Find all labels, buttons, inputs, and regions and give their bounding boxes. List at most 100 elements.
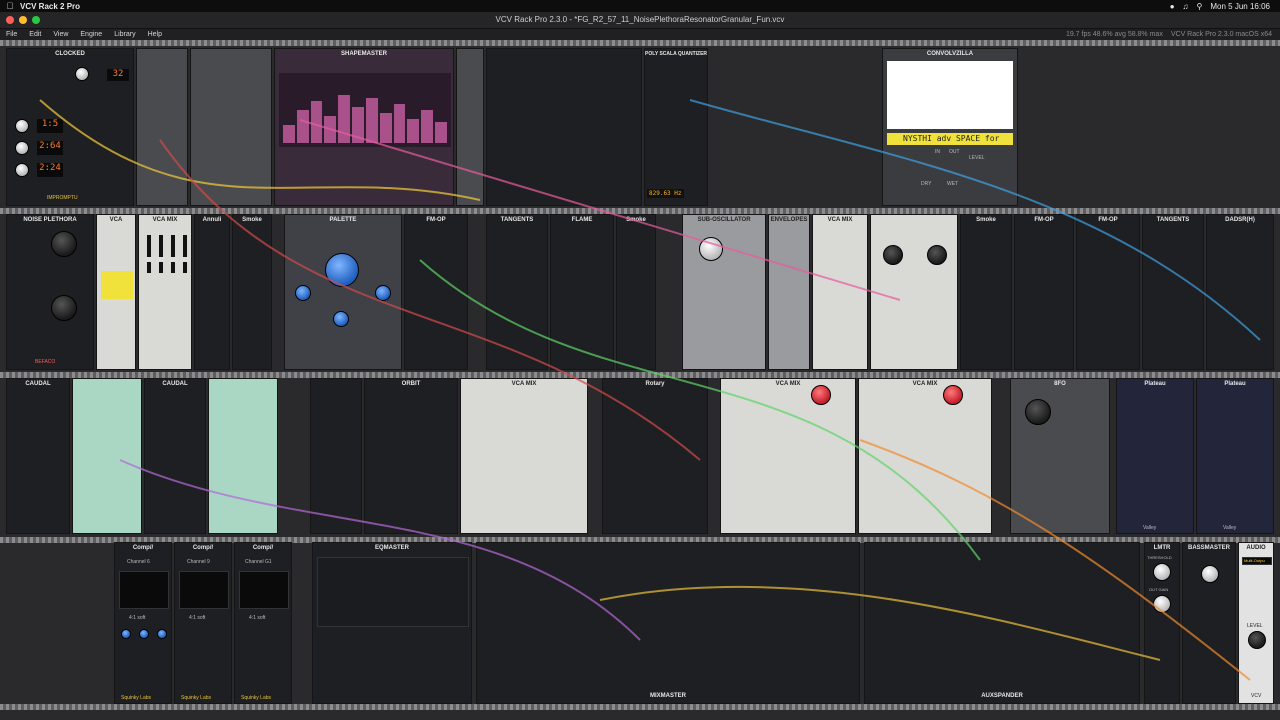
annuli-module[interactable]: Annuli	[194, 214, 230, 370]
attack-knob[interactable]	[139, 629, 149, 639]
level-fader[interactable]	[169, 235, 177, 273]
lmtr-module[interactable]: LMTR THRESHOLD OUT GAIN	[1144, 542, 1180, 704]
param-knob[interactable]	[333, 311, 349, 327]
compressor-module-2[interactable]: Comp// Channel 9 4:1 soft Squinky Labs	[174, 542, 232, 704]
menu-library[interactable]: Library	[108, 31, 141, 38]
envelopes-module[interactable]: ENVELOPES	[768, 214, 810, 370]
apple-icon[interactable]: 	[0, 1, 20, 11]
orbit-module[interactable]: ORBIT	[364, 378, 458, 534]
menu-view[interactable]: View	[47, 31, 74, 38]
ratio-knob[interactable]	[15, 163, 29, 177]
menu-edit[interactable]: Edit	[23, 31, 47, 38]
audio-module[interactable]: AUDIO Multi-Outpu LEVEL VCV	[1238, 542, 1274, 704]
x-knob[interactable]	[51, 231, 77, 257]
eq-curve-display[interactable]	[317, 557, 469, 627]
caudal-module[interactable]: CAUDAL	[6, 378, 70, 534]
vca-meter	[101, 271, 133, 299]
threshold-knob[interactable]	[1153, 563, 1171, 581]
sh-cv-module[interactable]	[190, 48, 272, 206]
dadsr-module[interactable]: DADSR(H)	[1206, 214, 1274, 370]
palette-module[interactable]: PALETTE	[284, 214, 402, 370]
fm-op-module-3[interactable]: FM-OP	[1076, 214, 1140, 370]
smoke-module-2[interactable]: Smoke	[616, 214, 656, 370]
compressor-module-3[interactable]: Comp// Channel G1 4:1 soft Squinky Labs	[234, 542, 292, 704]
mix-knob[interactable]	[943, 385, 963, 405]
frequency-knob[interactable]	[883, 245, 903, 265]
flame-module[interactable]: FLAME	[550, 214, 614, 370]
resonator-module[interactable]	[870, 214, 958, 370]
compressor-module[interactable]: Comp// Channel 6 4:1 soft Squinky Labs	[114, 542, 172, 704]
tempo-knob[interactable]	[75, 67, 89, 81]
crossover-knob[interactable]	[1201, 565, 1219, 583]
rotary-module[interactable]: Rotary	[602, 378, 708, 534]
scope-module[interactable]	[456, 48, 484, 206]
menu-help[interactable]: Help	[142, 31, 168, 38]
vca-mix-module-2[interactable]: VCA MIX	[812, 214, 868, 370]
level-fader[interactable]	[157, 235, 165, 273]
smoke-module[interactable]: Smoke	[232, 214, 272, 370]
eight-fo-module[interactable]: 8FO	[1010, 378, 1110, 534]
fm-op-module[interactable]: FM-OP	[404, 214, 468, 370]
noise-plethora-module[interactable]: NOISE PLETHORA BEFACO	[6, 214, 94, 370]
caudal-module-2[interactable]: CAUDAL	[144, 378, 206, 534]
shapetracker-modules[interactable]	[486, 48, 642, 206]
smoke-module-3[interactable]: Smoke	[960, 214, 1012, 370]
mix-knob[interactable]	[811, 385, 831, 405]
frequency-knob[interactable]	[1025, 399, 1051, 425]
out-gain-knob[interactable]	[1153, 595, 1171, 613]
level-fader[interactable]	[145, 235, 153, 273]
structure-knob[interactable]	[927, 245, 947, 265]
tangents-module-2[interactable]: TANGENTS	[1142, 214, 1204, 370]
volume-icon[interactable]: ♫	[1183, 2, 1189, 11]
shape-display[interactable]	[279, 73, 451, 147]
module-title: Smoke	[626, 217, 646, 223]
shapemaster-module[interactable]: SHAPEMASTER	[274, 48, 454, 206]
vca-module[interactable]: VCA	[96, 214, 136, 370]
gain-reduction-display	[179, 571, 229, 609]
clock-text[interactable]: Mon 5 Jun 16:06	[1210, 2, 1270, 11]
release-knob[interactable]	[157, 629, 167, 639]
ratio-knob[interactable]	[15, 119, 29, 133]
vca-mix-module-4[interactable]: VCA MIX	[720, 378, 856, 534]
wifi-icon[interactable]: ●	[1170, 2, 1175, 11]
bassmaster-module[interactable]: BASSMASTER	[1182, 542, 1236, 704]
chaos-grid-module-2[interactable]	[208, 378, 278, 534]
tangents-module[interactable]: TANGENTS	[486, 214, 548, 370]
module-title: Comp//	[252, 545, 274, 551]
ratio-knob[interactable]	[15, 141, 29, 155]
chaos-grid-module[interactable]	[72, 378, 142, 534]
sub-oscillator-module[interactable]: SUB-OSCILLATOR	[682, 214, 766, 370]
clocked-module[interactable]: CLOCKED 32 1:5 2:64 2:24 IMPROMPTU	[6, 48, 134, 206]
device-display[interactable]: Multi-Outpu	[1242, 557, 1272, 565]
module-title: LMTR	[1153, 545, 1171, 551]
dry-label: DRY	[921, 181, 932, 187]
impulse-display[interactable]	[887, 61, 1013, 129]
convolvzilla-module[interactable]: CONVOLVZILLA NYSTHI adv SPACE for IN OUT…	[882, 48, 1018, 206]
eqmaster-module[interactable]: EQMASTER	[312, 542, 472, 704]
vca-mix-module[interactable]: VCA MIX	[138, 214, 192, 370]
thresh-knob[interactable]	[121, 629, 131, 639]
param-knob[interactable]	[295, 285, 311, 301]
plateau-module[interactable]: Plateau Valley	[1116, 378, 1194, 534]
menu-file[interactable]: File	[0, 31, 23, 38]
mixmaster-module[interactable]: MIXMASTER	[476, 542, 860, 704]
level-knob[interactable]	[1248, 631, 1266, 649]
app-name[interactable]: VCV Rack 2 Pro	[20, 2, 80, 11]
module-title: SUB-OSCILLATOR	[697, 217, 751, 223]
center-knob[interactable]	[325, 253, 359, 287]
rack-area[interactable]: CLOCKED 32 1:5 2:64 2:24 IMPROMPTU SHAPE…	[0, 40, 1280, 720]
auxspander-module[interactable]: AUXSPANDER	[864, 542, 1140, 704]
vca-mix-module-3[interactable]: VCA MIX	[460, 378, 588, 534]
level-fader[interactable]	[181, 235, 189, 273]
fm-op-module-2[interactable]: FM-OP	[1014, 214, 1074, 370]
param-knob[interactable]	[375, 285, 391, 301]
frequency-knob[interactable]	[699, 237, 723, 261]
vca-mix-module-5[interactable]: VCA MIX	[858, 378, 992, 534]
y-knob[interactable]	[51, 295, 77, 321]
sequencer-module[interactable]	[136, 48, 188, 206]
plateau-module-2[interactable]: Plateau Valley	[1196, 378, 1274, 534]
menu-engine[interactable]: Engine	[74, 31, 108, 38]
poly-quantizer-module[interactable]: POLY SCALA QUANTIZER 829.63 Hz	[644, 48, 708, 206]
search-icon[interactable]: ⚲	[1197, 2, 1203, 11]
utility-module[interactable]	[310, 378, 362, 534]
